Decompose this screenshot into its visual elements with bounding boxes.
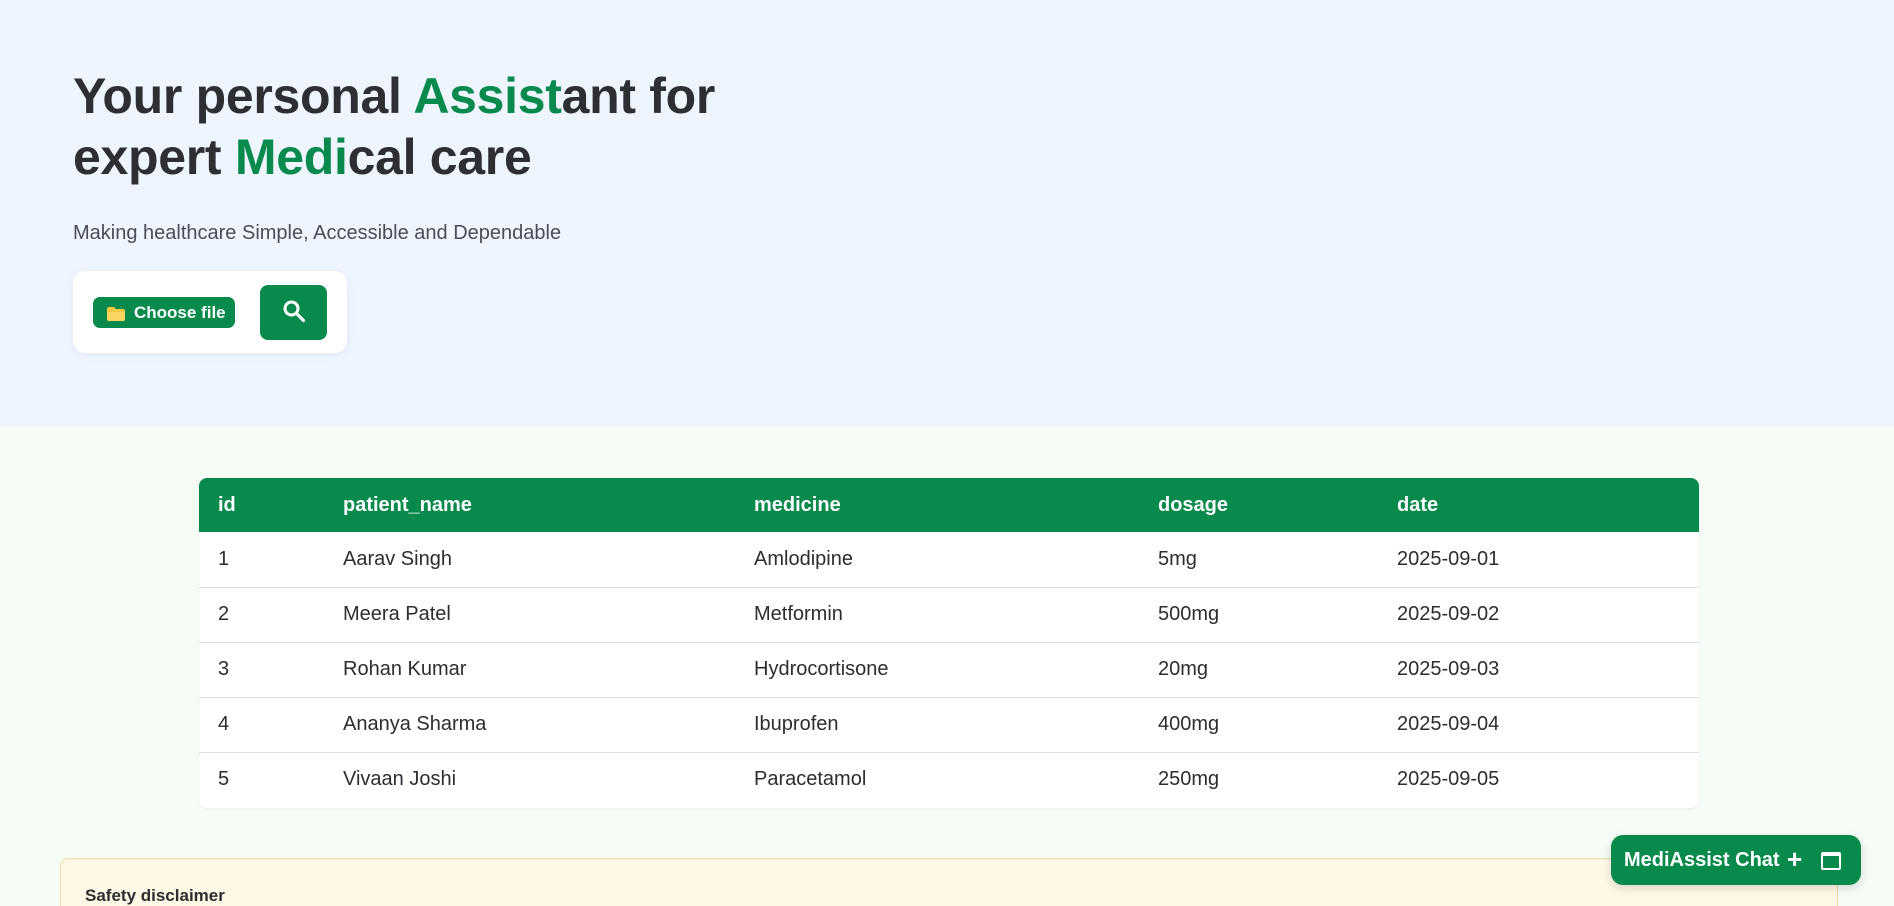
hero-title-accent-medi: Medi <box>234 129 348 185</box>
column-header-date[interactable]: date <box>1378 478 1699 532</box>
upload-card: Choose file <box>73 271 347 353</box>
search-button[interactable] <box>260 285 327 340</box>
cell-patient-name: Meera Patel <box>343 603 451 625</box>
cell-date: 2025-09-05 <box>1397 768 1500 791</box>
table-header-row: id patient_name medicine dosage date <box>199 478 1699 532</box>
column-header-id[interactable]: id <box>199 478 324 532</box>
folder-icon <box>107 306 125 321</box>
maximize-icon[interactable] <box>1821 852 1841 870</box>
column-header-dosage[interactable]: dosage <box>1139 478 1378 532</box>
hero-title-line1-post: ant for <box>561 68 716 124</box>
cell-id: 2 <box>218 603 230 625</box>
disclaimer-title: Safety disclaimer <box>85 886 225 905</box>
table-row[interactable]: 5 Vivaan Joshi Paracetamol 250mg 2025-09… <box>199 752 1699 807</box>
cell-date: 2025-09-02 <box>1397 603 1500 625</box>
cell-date: 2025-09-04 <box>1397 713 1500 735</box>
cell-medicine: Hydrocortisone <box>754 658 889 680</box>
cell-medicine: Amlodipine <box>754 547 853 570</box>
cell-medicine: Paracetamol <box>754 768 867 791</box>
records-table-container: id patient_name medicine dosage date 1 A… <box>199 478 1699 808</box>
records-table: id patient_name medicine dosage date 1 A… <box>199 478 1699 807</box>
table-row[interactable]: 3 Rohan Kumar Hydrocortisone 20mg 2025-0… <box>199 642 1699 697</box>
cell-patient-name: Ananya Sharma <box>343 713 487 735</box>
cell-patient-name: Rohan Kumar <box>343 658 467 680</box>
plus-icon[interactable]: + <box>1787 844 1802 874</box>
hero-title-line2-post: cal care <box>347 129 532 185</box>
cell-id: 1 <box>218 547 230 570</box>
choose-file-label: Choose file <box>134 302 226 322</box>
cell-dosage: 250mg <box>1158 768 1220 791</box>
search-icon <box>282 299 306 326</box>
cell-dosage: 20mg <box>1158 658 1209 680</box>
choose-file-button[interactable]: Choose file <box>93 297 235 328</box>
hero-section: Your personal Assistant for expert Medic… <box>0 0 1894 427</box>
cell-id: 3 <box>218 658 230 680</box>
column-header-medicine[interactable]: medicine <box>735 478 1139 532</box>
table-row[interactable]: 2 Meera Patel Metformin 500mg 2025-09-02 <box>199 587 1699 642</box>
column-header-patient-name[interactable]: patient_name <box>324 478 735 532</box>
hero-title-line2-pre: expert <box>73 129 235 185</box>
hero-subtitle: Making healthcare Simple, Accessible and… <box>73 222 562 244</box>
cell-id: 4 <box>218 713 230 735</box>
cell-patient-name: Aarav Singh <box>343 547 452 570</box>
cell-date: 2025-09-01 <box>1397 547 1500 570</box>
cell-dosage: 500mg <box>1158 603 1220 625</box>
hero-title-accent-assist: Assist <box>413 68 562 124</box>
mediassist-chat-widget[interactable]: MediAssist Chat + <box>1611 835 1861 885</box>
table-row[interactable]: 1 Aarav Singh Amlodipine 5mg 2025-09-01 <box>199 532 1699 587</box>
chat-label: MediAssist Chat <box>1624 848 1780 871</box>
cell-medicine: Metformin <box>754 603 843 625</box>
hero-title: Your personal Assistant for expert Medic… <box>73 66 715 188</box>
cell-dosage: 5mg <box>1158 547 1197 570</box>
cell-dosage: 400mg <box>1158 713 1220 735</box>
hero-title-line1-pre: Your personal <box>73 68 414 124</box>
cell-date: 2025-09-03 <box>1397 658 1500 680</box>
table-row[interactable]: 4 Ananya Sharma Ibuprofen 400mg 2025-09-… <box>199 697 1699 752</box>
cell-medicine: Ibuprofen <box>754 713 839 735</box>
safety-disclaimer: Safety disclaimer <box>60 858 1838 906</box>
cell-id: 5 <box>218 768 230 791</box>
cell-patient-name: Vivaan Joshi <box>343 768 457 791</box>
